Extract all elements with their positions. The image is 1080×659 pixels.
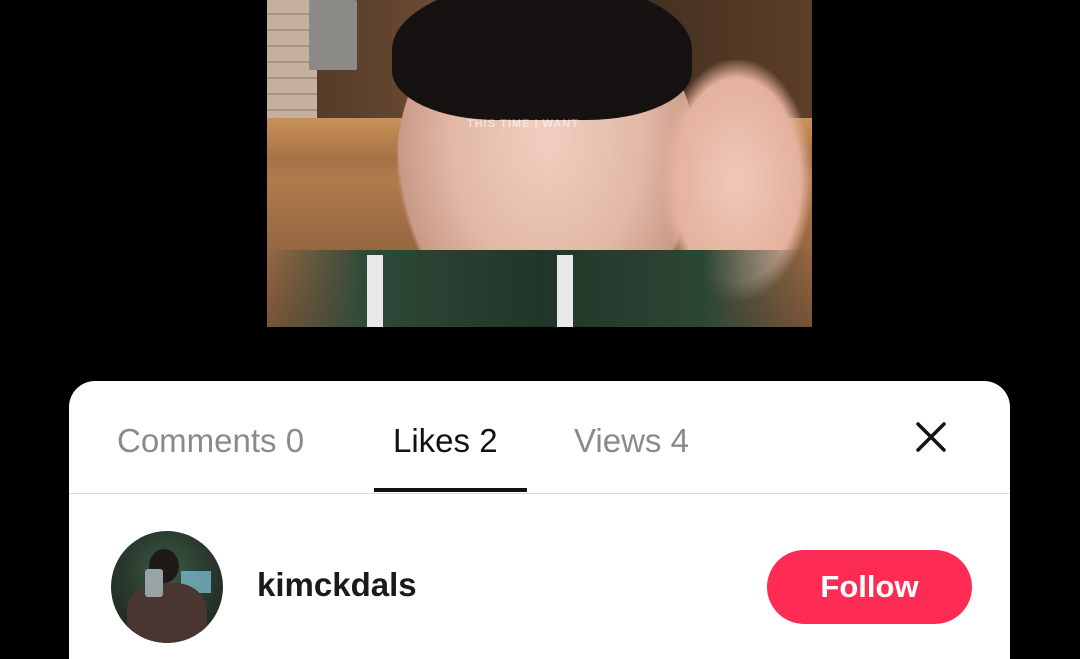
close-button[interactable] — [907, 413, 955, 461]
video-preview[interactable]: THIS TIME I WANT — [267, 0, 812, 327]
activity-sheet: Comments 0 Likes 2 Views 4 kimckdals Fol… — [69, 381, 1010, 659]
tab-likes[interactable]: Likes 2 — [393, 421, 498, 461]
video-jacket-stripe — [557, 255, 573, 327]
follow-button[interactable]: Follow — [767, 550, 972, 624]
video-caption-overlay: THIS TIME I WANT — [467, 118, 579, 130]
username[interactable]: kimckdals — [257, 565, 417, 605]
video-light-switch — [309, 0, 357, 70]
video-person-jacket — [267, 250, 812, 327]
list-item[interactable]: kimckdals Follow — [69, 494, 1010, 654]
active-tab-indicator — [374, 488, 527, 492]
screen: THIS TIME I WANT Comments 0 Likes 2 View… — [0, 0, 1080, 659]
avatar-person-body — [127, 583, 207, 643]
avatar[interactable] — [111, 531, 223, 643]
close-icon — [916, 422, 946, 452]
tab-comments[interactable]: Comments 0 — [117, 421, 304, 461]
tab-views[interactable]: Views 4 — [574, 421, 689, 461]
video-person-hair — [392, 0, 692, 120]
video-jacket-stripe — [367, 255, 383, 327]
avatar-phone — [145, 569, 163, 597]
activity-tabs: Comments 0 Likes 2 Views 4 — [69, 381, 1010, 494]
